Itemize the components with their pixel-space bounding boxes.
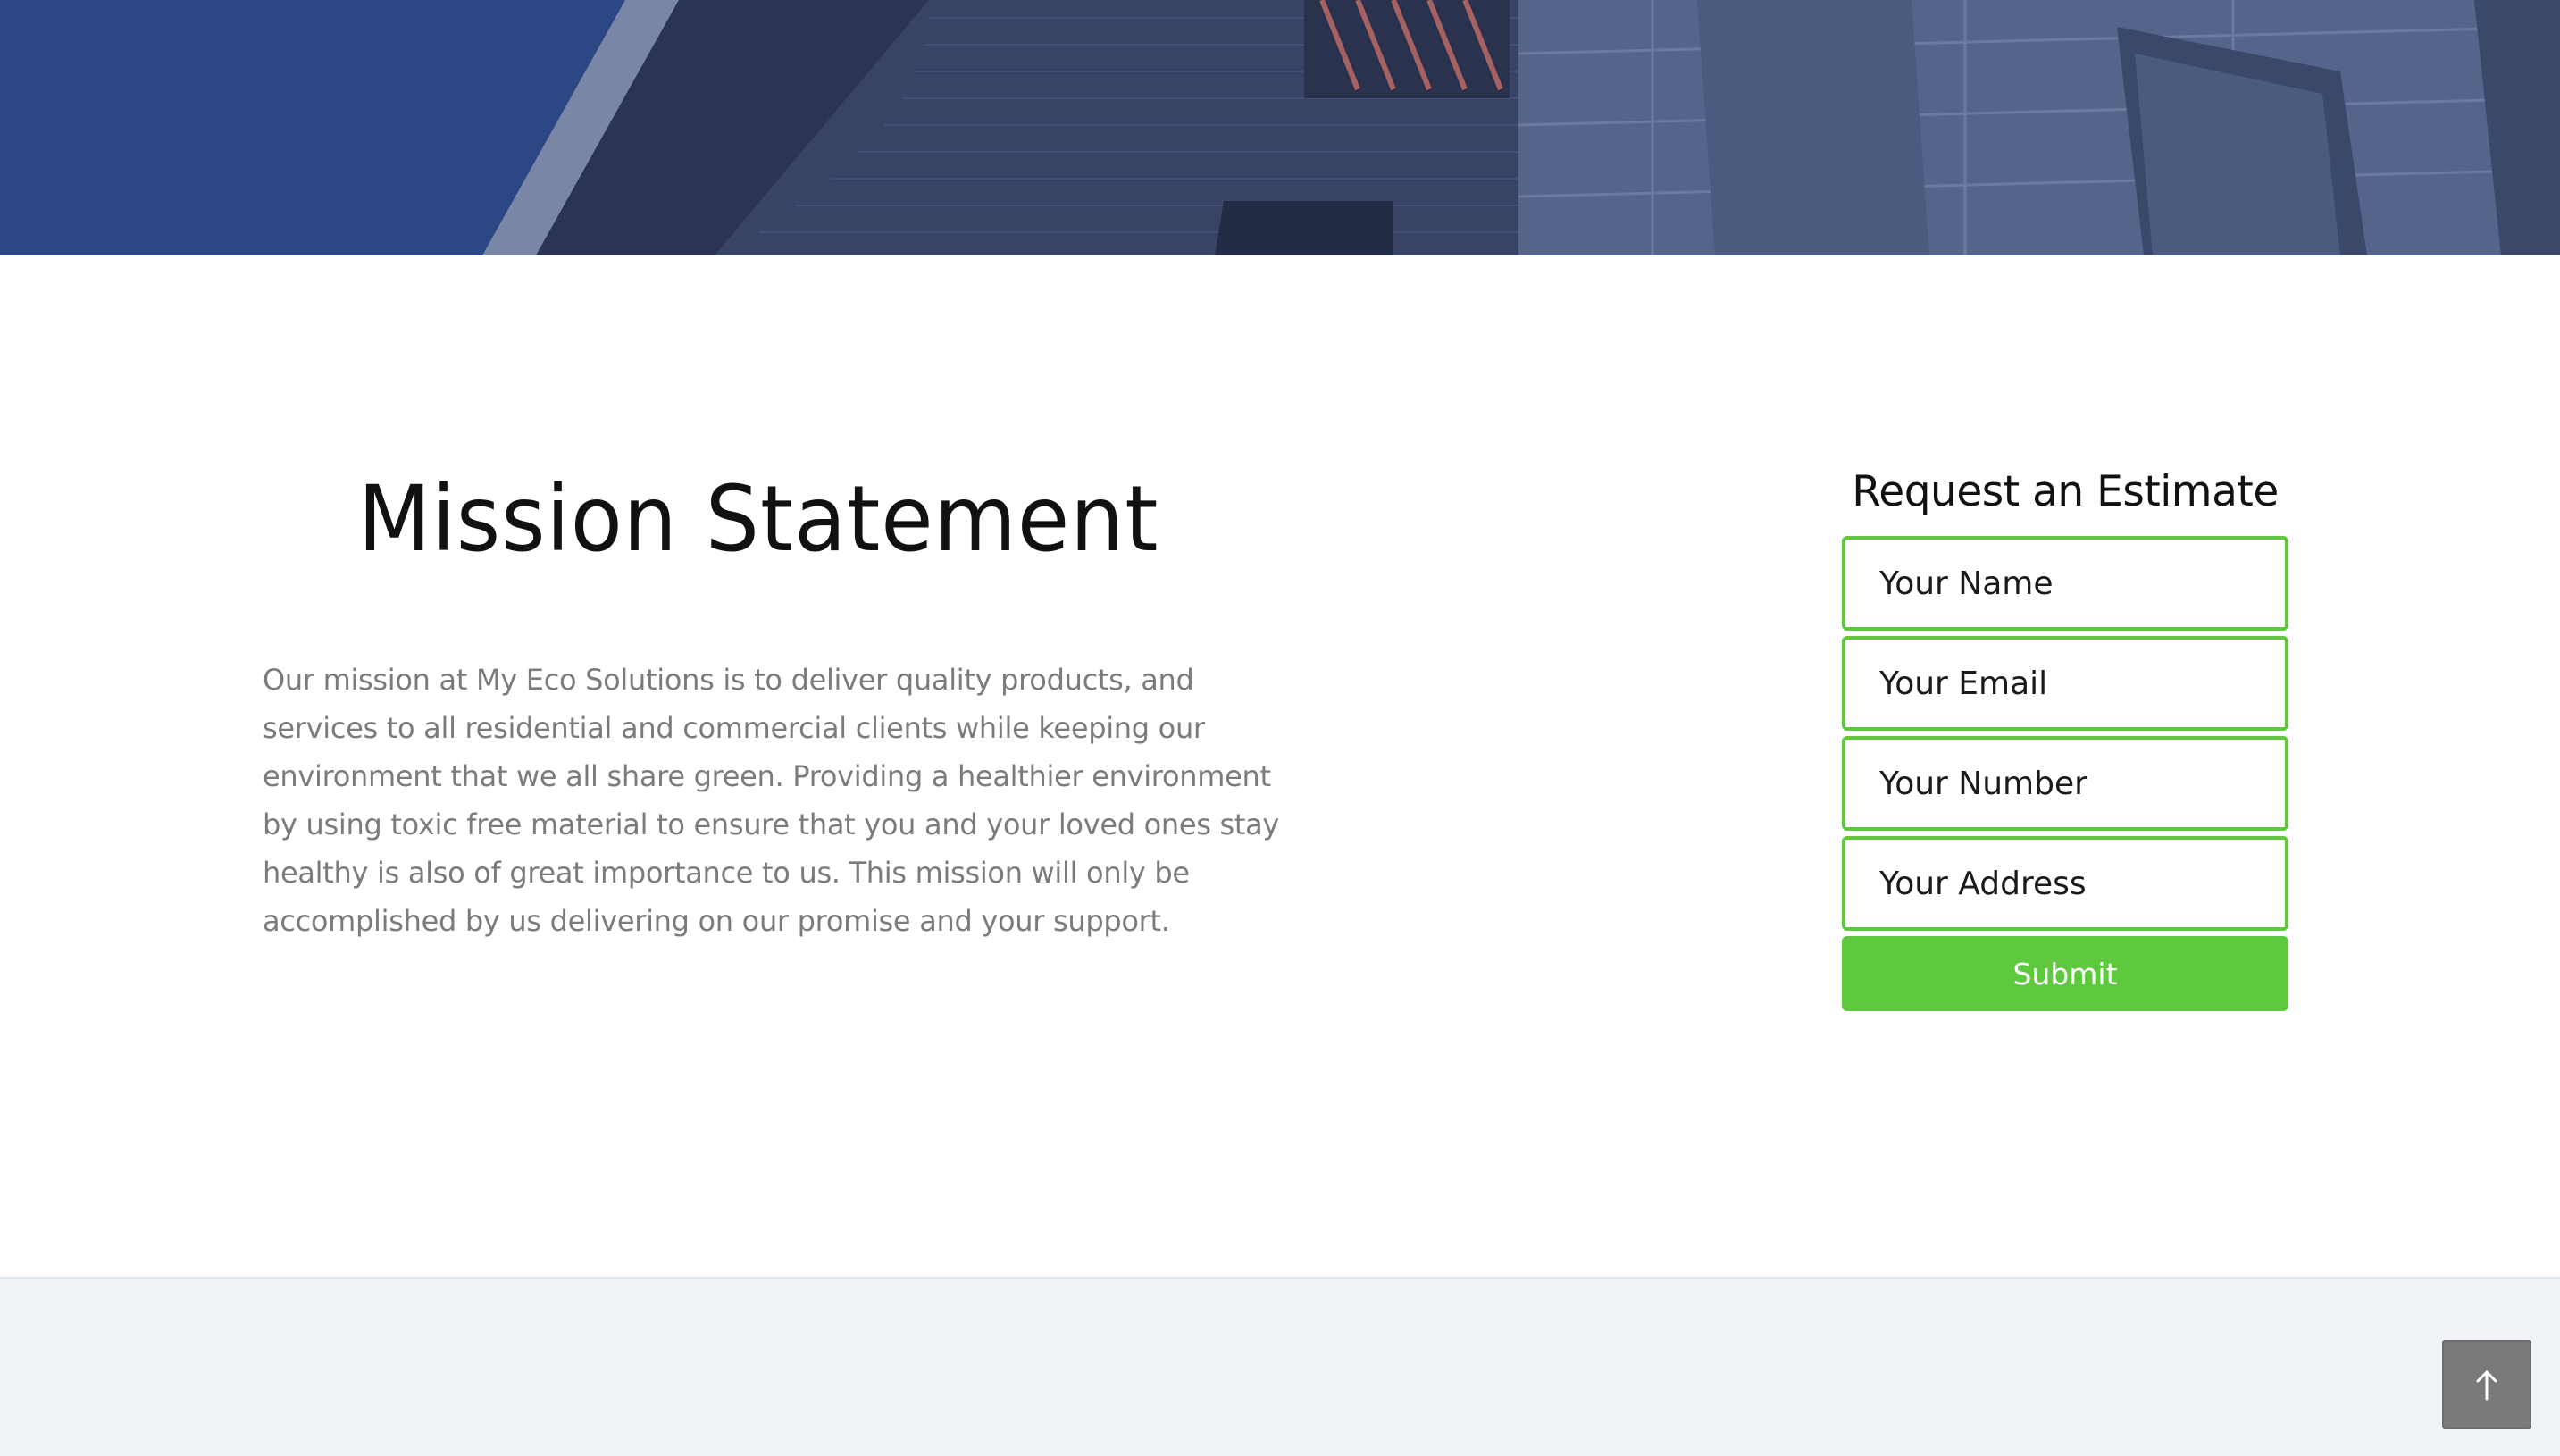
address-field[interactable] — [1842, 836, 2288, 931]
estimate-form: Request an Estimate Submit — [1842, 448, 2288, 1011]
estimate-form-title: Request an Estimate — [1852, 467, 2279, 516]
name-field[interactable] — [1842, 536, 2288, 631]
hero-banner — [0, 0, 2560, 255]
building-photo — [0, 0, 2560, 255]
mission-section: Mission Statement Our mission at My Eco … — [0, 255, 2560, 1277]
arrow-up-icon — [2476, 1370, 2497, 1401]
number-field[interactable] — [1842, 736, 2288, 831]
back-to-top-button[interactable] — [2442, 1340, 2531, 1429]
mission-body: Our mission at My Eco Solutions is to de… — [263, 663, 1280, 938]
email-field[interactable] — [1842, 636, 2288, 731]
submit-button[interactable]: Submit — [1842, 936, 2288, 1011]
mission-title: Mission Statement — [357, 466, 1159, 573]
footer — [0, 1277, 2560, 1456]
